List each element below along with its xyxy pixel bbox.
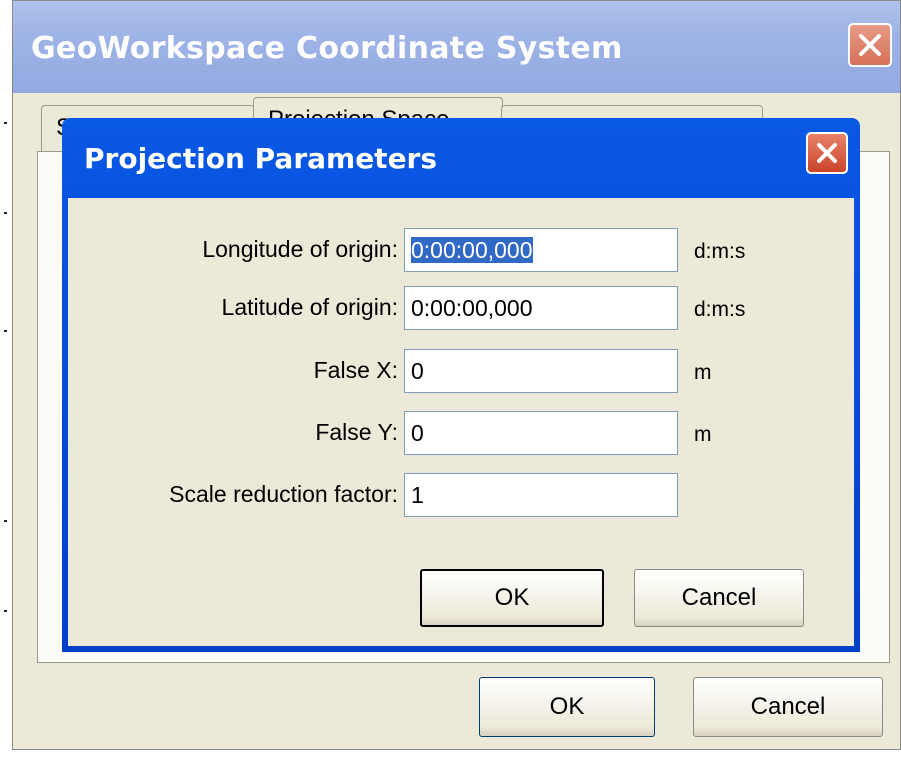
false-x-unit: m [694,361,712,384]
background-tick [4,330,7,332]
inner-close-button[interactable] [806,132,848,174]
latitude-label: Latitude of origin: [221,294,398,320]
inner-titlebar[interactable]: Projection Parameters [68,118,854,198]
inner-cancel-label: Cancel [681,584,757,611]
latitude-value: 0:00:00,000 [411,295,533,321]
latitude-row: Latitude of origin: 0:00:00,000 d:m:s [68,286,854,332]
false-x-row: False X: 0 m [68,349,854,395]
false-x-input[interactable]: 0 [404,349,678,393]
scale-value: 1 [411,482,424,508]
outer-close-button[interactable] [848,23,892,67]
outer-dialog-title: GeoWorkspace Coordinate System [31,31,623,66]
background-tick [4,122,7,124]
longitude-unit: d:m:s [694,240,746,263]
scale-reduction-factor-label: Scale reduction factor: [169,481,398,507]
longitude-label: Longitude of origin: [202,236,398,262]
inner-dialog-title: Projection Parameters [84,142,438,175]
outer-titlebar[interactable]: GeoWorkspace Coordinate System [13,1,900,93]
longitude-row: Longitude of origin: 0:00:00,000 d:m:s [68,228,854,274]
longitude-value: 0:00:00,000 [411,237,533,263]
false-y-value: 0 [411,420,424,446]
inner-dialog-body: Longitude of origin: 0:00:00,000 d:m:s L… [68,198,854,646]
background-tick [4,212,7,214]
close-icon [859,34,881,56]
inner-ok-button[interactable]: OK [420,569,604,627]
outer-cancel-label: Cancel [750,693,826,720]
projection-parameters-dialog: Projection Parameters Longitude of origi… [62,118,860,652]
false-y-unit: m [694,423,712,446]
latitude-unit: d:m:s [694,298,746,321]
longitude-of-origin-input[interactable]: 0:00:00,000 [404,228,678,272]
close-icon [817,143,837,163]
false-y-input[interactable]: 0 [404,411,678,455]
outer-cancel-button[interactable]: Cancel [693,677,883,737]
scale-reduction-factor-input[interactable]: 1 [404,473,678,517]
outer-ok-label: OK [549,693,585,720]
false-y-row: False Y: 0 m [68,411,854,457]
inner-ok-label: OK [494,584,530,611]
false-x-label: False X: [313,357,398,383]
false-y-label: False Y: [315,419,398,445]
false-x-value: 0 [411,358,424,384]
inner-cancel-button[interactable]: Cancel [634,569,804,627]
latitude-of-origin-input[interactable]: 0:00:00,000 [404,286,678,330]
outer-ok-button[interactable]: OK [479,677,655,737]
scale-row: Scale reduction factor: 1 [68,473,854,519]
background-tick [4,520,7,522]
background-tick [4,610,7,612]
